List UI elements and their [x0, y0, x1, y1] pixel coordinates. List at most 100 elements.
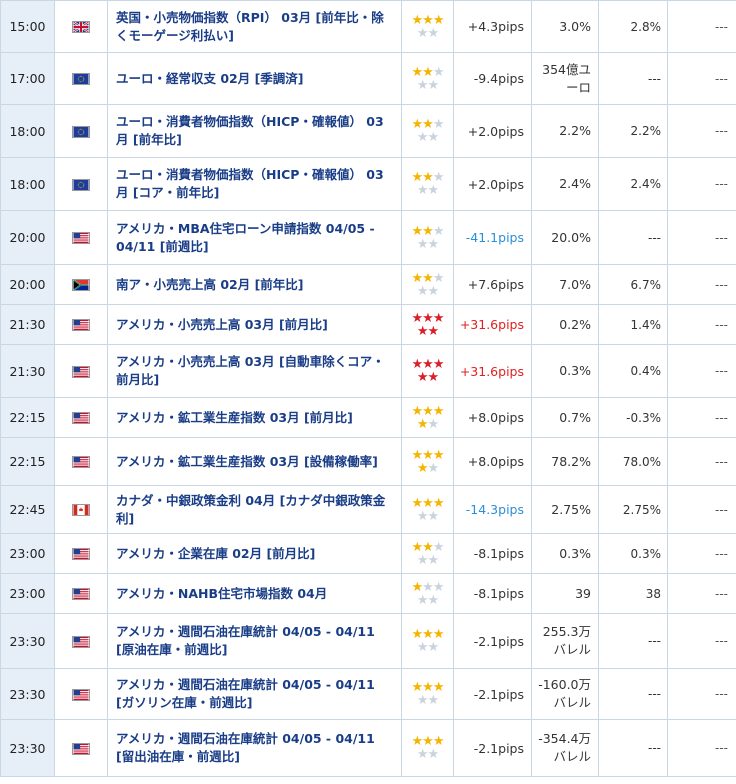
star-icon: ★ — [427, 592, 440, 608]
star-icon: ★ — [416, 693, 429, 708]
star-icon: ★ — [416, 416, 429, 432]
event-time: 15:00 — [0, 0, 55, 53]
actual-value: --- — [667, 0, 736, 53]
event-time: 20:00 — [0, 210, 55, 265]
pips-value: -8.1pips — [453, 533, 532, 574]
importance-rating: ★★★ ★★ — [401, 485, 454, 534]
event-name-link[interactable]: カナダ・中銀政策金利 04月 [カナダ中銀政策金利] — [107, 485, 402, 534]
ca-flag-icon — [72, 504, 90, 516]
importance-rating: ★★★ ★★ — [401, 573, 454, 614]
us-flag-icon — [72, 232, 90, 244]
event-time: 18:00 — [0, 104, 55, 158]
event-name-link[interactable]: 英国・小売物価指数（RPI） 03月 [前年比・除くモーゲージ利払い] — [107, 0, 402, 53]
event-time: 18:00 — [0, 157, 55, 211]
previous-value: 1.4% — [598, 304, 668, 345]
event-time: 23:30 — [0, 613, 55, 669]
forecast-value: 78.2% — [531, 437, 599, 486]
event-name-link[interactable]: アメリカ・鉱工業生産指数 03月 [設備稼働率] — [107, 437, 402, 486]
actual-value: --- — [667, 104, 736, 158]
importance-rating: ★★★ ★★ — [401, 437, 454, 486]
previous-value: 2.75% — [598, 485, 668, 534]
star-icon: ★ — [427, 77, 440, 93]
star-icon: ★ — [427, 460, 440, 476]
importance-rating: ★★★ ★★ — [401, 304, 454, 345]
pips-value: +8.0pips — [453, 437, 532, 486]
event-name-link[interactable]: ユーロ・消費者物価指数（HICP・確報値） 03月 [前年比] — [107, 104, 402, 158]
eu-flag-icon — [72, 73, 90, 85]
actual-value: --- — [667, 397, 736, 438]
actual-value: --- — [667, 304, 736, 345]
event-name-link[interactable]: アメリカ・鉱工業生産指数 03月 [前月比] — [107, 397, 402, 438]
previous-value: --- — [598, 719, 668, 777]
eu-flag-icon — [72, 178, 90, 191]
table-row: 18:00 ユーロ・消費者物価指数（HICP・確報値） 03月 [コア・前年比] ★… — [0, 157, 736, 211]
table-row: 22:15 アメリカ・鉱工業生産指数 03月 [前月比] ★★★ ★★ +8.0pips… — [0, 397, 736, 438]
event-name-link[interactable]: アメリカ・小売売上高 03月 [前月比] — [107, 304, 402, 345]
star-icon: ★ — [416, 747, 429, 762]
star-icon: ★ — [427, 416, 440, 432]
star-icon: ★ — [427, 747, 440, 762]
star-icon: ★ — [427, 236, 440, 252]
actual-value: --- — [667, 613, 736, 669]
event-name-link[interactable]: アメリカ・MBA住宅ローン申請指数 04/05 - 04/11 [前週比] — [107, 210, 402, 265]
actual-value: --- — [667, 264, 736, 305]
event-time: 22:15 — [0, 397, 55, 438]
forecast-value: 7.0% — [531, 264, 599, 305]
event-name-link[interactable]: ユーロ・消費者物価指数（HICP・確報値） 03月 [コア・前年比] — [107, 157, 402, 211]
event-time: 22:15 — [0, 437, 55, 486]
table-row: 23:30 アメリカ・週間石油在庫統計 04/05 - 04/11 [ガソリン在庫… — [0, 668, 736, 720]
za-flag-icon — [72, 279, 90, 291]
us-flag-icon — [72, 588, 90, 600]
forecast-value: 0.7% — [531, 397, 599, 438]
event-name-link[interactable]: アメリカ・NAHB住宅市場指数 04月 — [107, 573, 402, 614]
actual-value: --- — [667, 437, 736, 486]
forecast-value: 39 — [531, 573, 599, 614]
event-name-link[interactable]: アメリカ・週間石油在庫統計 04/05 - 04/11 [留出油在庫・前週比] — [107, 719, 402, 777]
event-time: 17:00 — [0, 52, 55, 105]
event-name-link[interactable]: ユーロ・経常収支 02月 [季調済] — [107, 52, 402, 105]
star-icon: ★ — [416, 552, 429, 568]
importance-rating: ★★★ ★★ — [401, 52, 454, 105]
star-icon: ★ — [427, 130, 440, 145]
star-icon: ★ — [416, 508, 429, 524]
forecast-value: -354.4万バレル — [531, 719, 599, 777]
event-name-link[interactable]: アメリカ・週間石油在庫統計 04/05 - 04/11 [原油在庫・前週比] — [107, 613, 402, 669]
us-flag-icon — [72, 319, 90, 331]
table-row: 23:00 アメリカ・NAHB住宅市場指数 04月 ★★★ ★★ -8.1pips 39 3… — [0, 573, 736, 614]
previous-value: --- — [598, 668, 668, 720]
forecast-value: 2.4% — [531, 157, 599, 211]
pips-value: +7.6pips — [453, 264, 532, 305]
star-icon: ★ — [416, 592, 429, 608]
event-name-link[interactable]: アメリカ・小売売上高 03月 [自動車除くコア・前月比] — [107, 344, 402, 398]
pips-value: -2.1pips — [453, 668, 532, 720]
table-row: 20:00 アメリカ・MBA住宅ローン申請指数 04/05 - 04/11 [前週… — [0, 210, 736, 265]
event-name-link[interactable]: 南ア・小売売上高 02月 [前年比] — [107, 264, 402, 305]
event-name-link[interactable]: アメリカ・週間石油在庫統計 04/05 - 04/11 [ガソリン在庫・前週比] — [107, 668, 402, 720]
pips-value: +2.0pips — [453, 157, 532, 211]
us-flag-icon — [72, 456, 90, 468]
us-flag-icon — [72, 688, 90, 701]
star-icon: ★ — [416, 460, 429, 476]
star-icon: ★ — [427, 183, 440, 198]
forecast-value: 20.0% — [531, 210, 599, 265]
pips-value: -2.1pips — [453, 719, 532, 777]
star-icon: ★ — [416, 183, 429, 198]
forecast-value: -160.0万バレル — [531, 668, 599, 720]
table-row: 23:30 アメリカ・週間石油在庫統計 04/05 - 04/11 [原油在庫・前… — [0, 613, 736, 669]
eu-flag-icon — [72, 125, 90, 138]
star-icon: ★ — [416, 236, 429, 252]
table-row: 15:00 英国・小売物価指数（RPI） 03月 [前年比・除くモーゲージ利払い]… — [0, 0, 736, 53]
event-name-link[interactable]: アメリカ・企業在庫 02月 [前月比] — [107, 533, 402, 574]
forecast-value: 354億ユーロ — [531, 52, 599, 105]
event-time: 23:30 — [0, 668, 55, 720]
pips-value: -9.4pips — [453, 52, 532, 105]
previous-value: 2.8% — [598, 0, 668, 53]
us-flag-icon — [72, 548, 90, 560]
actual-value: --- — [667, 344, 736, 398]
pips-value: +8.0pips — [453, 397, 532, 438]
forecast-value: 0.2% — [531, 304, 599, 345]
star-icon: ★ — [416, 25, 429, 41]
previous-value: 78.0% — [598, 437, 668, 486]
star-icon: ★ — [427, 552, 440, 568]
actual-value: --- — [667, 533, 736, 574]
